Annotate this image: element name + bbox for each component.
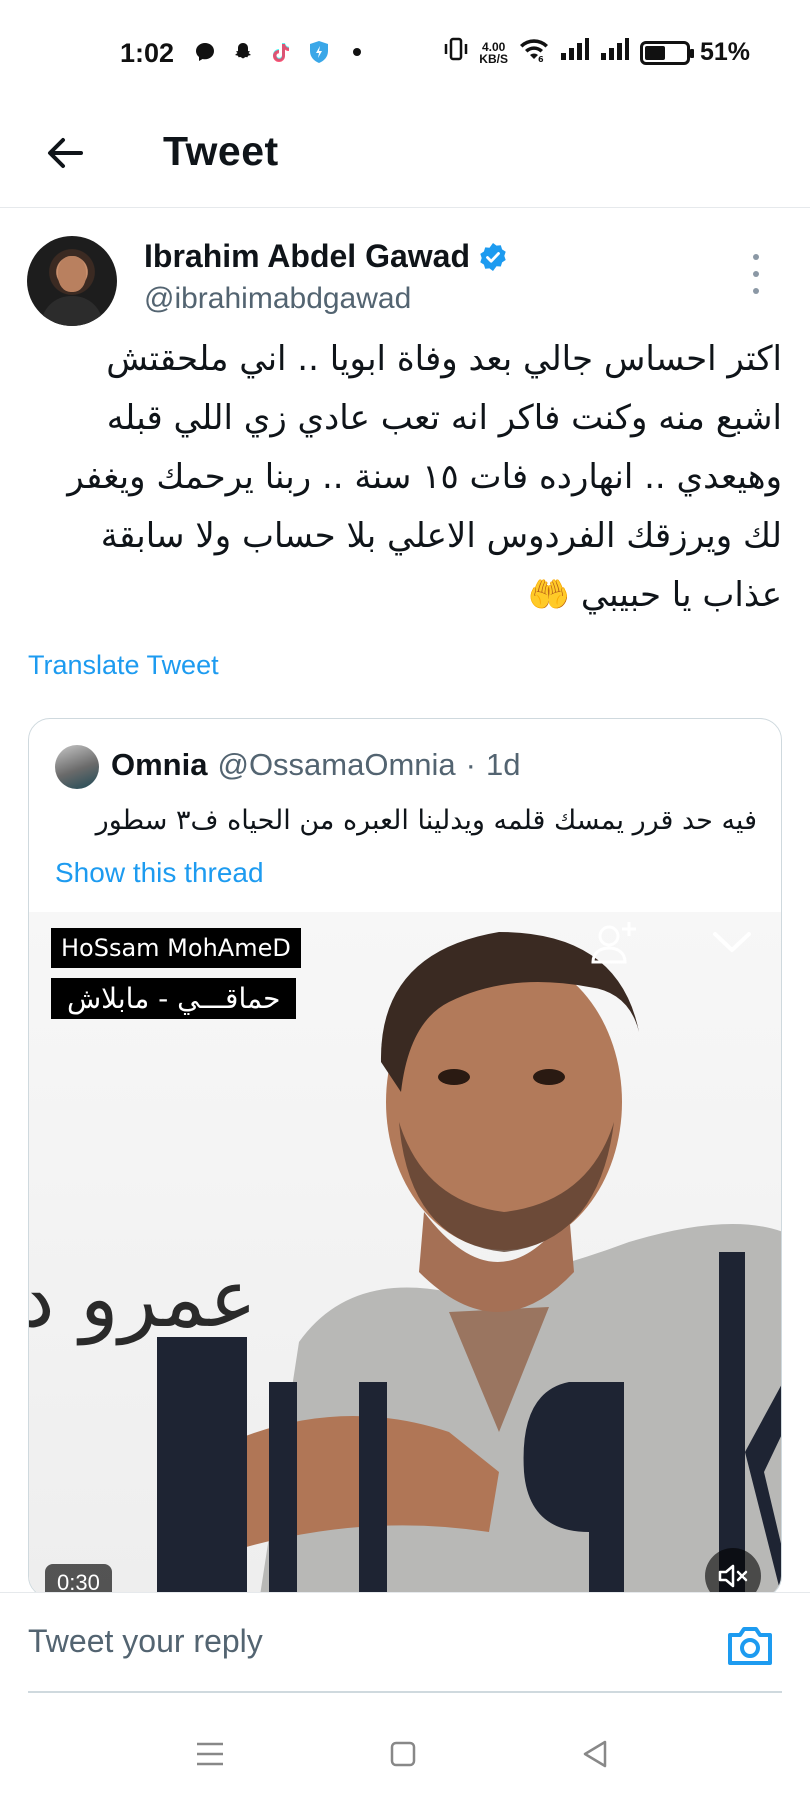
quoted-text: فيه حد قرر يمسك قلمه ويدلينا العبره من ا… (95, 805, 757, 836)
video-label-artist: HoSsam MohAmeD (51, 928, 301, 968)
chevron-down-icon[interactable] (709, 926, 755, 956)
battery-icon (639, 40, 694, 65)
signal-icon (560, 37, 590, 68)
reply-underline (28, 1691, 782, 1693)
more-dots-icon (753, 254, 759, 260)
reply-bar: Tweet your reply (0, 1592, 810, 1700)
messenger-icon (193, 40, 217, 64)
app-header: Tweet (0, 108, 810, 208)
net-speed: 4.00 KB/S (479, 39, 508, 66)
translate-tweet-link[interactable]: Translate Tweet (28, 650, 219, 681)
add-user-icon[interactable] (589, 918, 639, 968)
snapchat-icon (231, 40, 255, 64)
author-name-text: Ibrahim Abdel Gawad (144, 238, 470, 274)
vibrate-icon (443, 37, 469, 68)
system-nav-bar (0, 1700, 810, 1800)
battery-percent: 51% (699, 38, 750, 66)
avatar[interactable] (27, 236, 117, 326)
quoted-time: 1d (486, 747, 521, 782)
camera-icon[interactable] (726, 1623, 774, 1667)
arrow-left-icon (48, 138, 83, 168)
nav-home-button[interactable] (383, 1738, 423, 1770)
show-thread-link[interactable]: Show this thread (55, 857, 264, 889)
dot-icon (345, 40, 369, 64)
menu-icon (197, 1742, 223, 1766)
square-icon (390, 1741, 416, 1767)
status-bar: 1:02 4.00 KB/S 6 51% (0, 0, 810, 108)
wifi-icon: 6 (518, 36, 550, 69)
more-options-button[interactable] (744, 254, 768, 294)
quoted-header: Omnia @OssamaOmnia · 1d (111, 747, 520, 783)
quoted-handle: @OssamaOmnia (217, 747, 456, 782)
notification-icons (193, 40, 369, 64)
quoted-avatar (55, 745, 99, 789)
triangle-back-icon (583, 1740, 607, 1768)
svg-text:6: 6 (538, 55, 544, 62)
quoted-separator: · (465, 747, 476, 782)
battery-fill (644, 45, 665, 60)
author-handle[interactable]: @ibrahimabdgawad (144, 282, 411, 316)
volume-off-icon (718, 1564, 748, 1588)
signal-icon (600, 37, 630, 68)
nav-back-button[interactable] (575, 1738, 615, 1770)
video-label-title: حماقـــي - مابلاش (51, 978, 297, 1019)
reply-input[interactable]: Tweet your reply (28, 1623, 263, 1660)
verified-badge-icon (480, 242, 506, 271)
author-name[interactable]: Ibrahim Abdel Gawad (144, 238, 508, 275)
quoted-name: Omnia (111, 747, 208, 782)
tiktok-icon (269, 40, 293, 64)
video-media[interactable]: عمرو د HoSsam MohAmeD حماقـــي - مابلاش … (29, 912, 781, 1597)
status-right: 4.00 KB/S 6 51% (443, 36, 750, 69)
nav-menu-button[interactable] (190, 1738, 230, 1770)
shield-icon (307, 40, 331, 64)
tweet-text: اكتر احساس جالي بعد وفاة ابويا .. اني مل… (67, 339, 782, 615)
mute-button[interactable] (705, 1548, 761, 1597)
brand-text: عمرو د (29, 1252, 257, 1345)
quoted-tweet[interactable]: Omnia @OssamaOmnia · 1d فيه حد قرر يمسك … (28, 718, 782, 1598)
back-button[interactable] (40, 128, 90, 178)
status-time: 1:02 (120, 38, 175, 68)
page-title: Tweet (163, 128, 279, 174)
